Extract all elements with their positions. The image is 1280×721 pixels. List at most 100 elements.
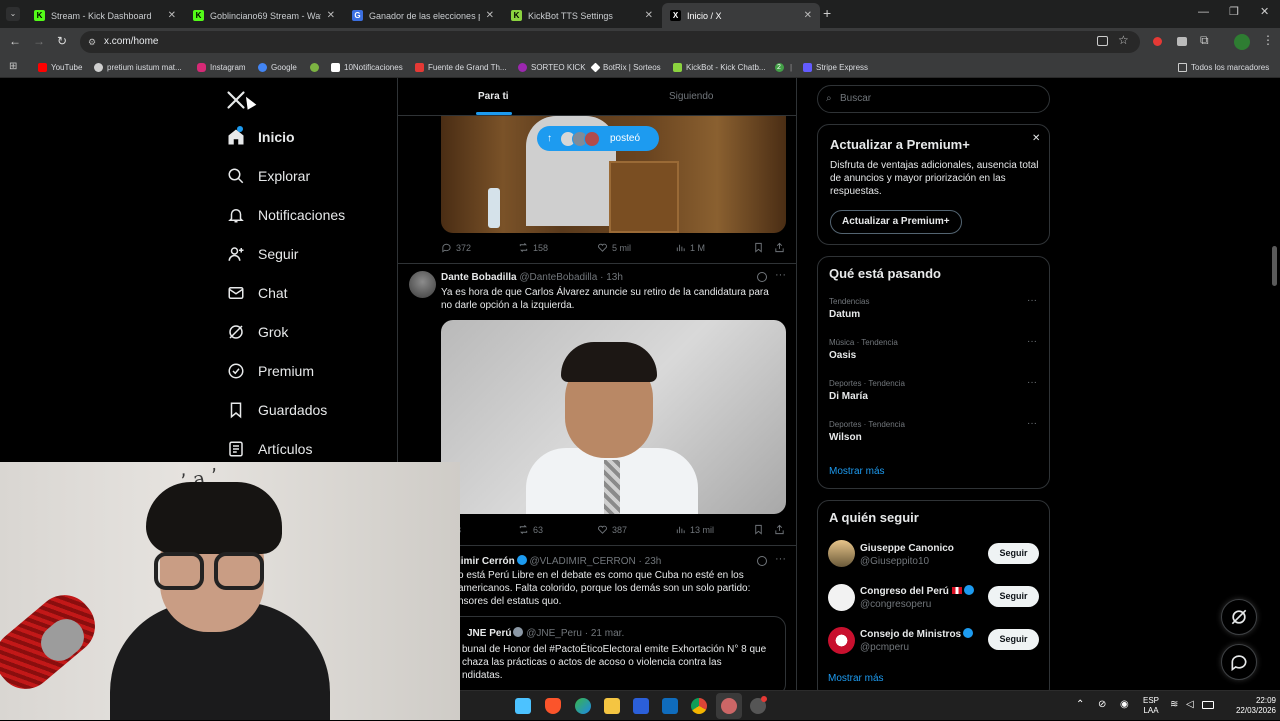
close-tab-icon[interactable]: ✕ xyxy=(645,10,653,21)
nav-inicio[interactable]: Inicio xyxy=(227,126,295,146)
bookmark-youtube[interactable]: YouTube xyxy=(38,56,82,78)
bookmark-pretium[interactable]: pretium iustum mat... xyxy=(94,56,182,78)
close-tab-icon[interactable]: ✕ xyxy=(486,10,494,21)
close-tab-icon[interactable]: ✕ xyxy=(168,10,176,21)
all-bookmarks-folder[interactable]: Todos los marcadores xyxy=(1178,56,1269,78)
close-tab-icon[interactable]: ✕ xyxy=(327,10,335,21)
more-options-icon[interactable]: ··· xyxy=(1027,295,1037,306)
views-button[interactable]: 1 M xyxy=(675,242,705,253)
restore-button[interactable]: ❐ xyxy=(1229,5,1239,18)
bookmark-botrix[interactable]: BotRix | Sorteos xyxy=(590,56,661,78)
chrome-icon[interactable] xyxy=(691,698,707,714)
upgrade-premium-button[interactable]: Actualizar a Premium+ xyxy=(830,210,962,234)
tweet-media-image[interactable] xyxy=(441,320,786,514)
trend-item[interactable]: Deportes · Tendencia Wilson ··· xyxy=(829,418,1039,443)
bookmark-10notificaciones[interactable]: 10Notificaciones xyxy=(331,56,403,78)
nav-premium[interactable]: Premium xyxy=(227,362,314,380)
forward-icon[interactable]: → xyxy=(33,34,45,48)
messages-floating-button[interactable] xyxy=(1221,644,1257,680)
tab-search-button[interactable]: ⌄ xyxy=(6,7,20,21)
tab-ganador-elecciones[interactable]: G Ganador de las elecciones pres ✕ xyxy=(344,3,502,28)
install-app-icon[interactable] xyxy=(1097,36,1108,46)
more-options-icon[interactable]: ··· xyxy=(775,269,786,281)
extension-icon[interactable] xyxy=(1177,37,1187,46)
more-options-icon[interactable]: ··· xyxy=(775,553,786,565)
wifi-icon[interactable]: ≋ xyxy=(1170,699,1178,710)
tab-para-ti[interactable]: Para ti xyxy=(478,91,509,102)
store-icon[interactable] xyxy=(633,698,649,714)
tab-kickbot-tts[interactable]: K KickBot TTS Settings ✕ xyxy=(503,3,661,28)
follow-button[interactable]: Seguir xyxy=(988,586,1039,607)
quoted-tweet[interactable]: JNE Perú @JNE_Peru · 21 mar. bunal de Ho… xyxy=(441,616,786,690)
avatar[interactable] xyxy=(409,271,436,298)
avatar[interactable] xyxy=(828,584,855,611)
trends-show-more-link[interactable]: Mostrar más xyxy=(829,466,885,477)
tray-overflow-icon[interactable]: ⌃ xyxy=(1076,699,1084,710)
language-indicator[interactable]: ESP LAA xyxy=(1140,691,1162,721)
clock[interactable]: 22:09 22/03/2026 xyxy=(1220,691,1276,721)
new-tab-button[interactable]: + xyxy=(823,5,831,21)
share-button[interactable] xyxy=(774,524,789,535)
suggested-user[interactable]: Congreso del Perú @congresoperu xyxy=(860,585,974,611)
search-input[interactable]: ⌕ Buscar xyxy=(817,85,1050,113)
page-scrollbar[interactable] xyxy=(1272,246,1277,286)
grok-icon[interactable] xyxy=(757,272,767,282)
close-window-button[interactable]: ✕ xyxy=(1260,5,1269,18)
share-button[interactable] xyxy=(774,242,789,253)
tab-siguiendo[interactable]: Siguiendo xyxy=(669,91,713,102)
bookmark-instagram[interactable]: Instagram xyxy=(197,56,246,78)
author-handle[interactable]: @VLADIMIR_CERRON xyxy=(529,556,635,567)
reload-icon[interactable]: ↻ xyxy=(57,34,67,48)
bookmark-sorteo-kick[interactable]: SORTEO KICK xyxy=(518,56,586,78)
tab-goblinciano-stream[interactable]: K Goblinciano69 Stream - Watch ✕ xyxy=(185,3,343,28)
star-icon[interactable]: ☆ xyxy=(1118,33,1129,47)
author-name[interactable]: limir Cerrón xyxy=(458,556,515,567)
volume-icon[interactable]: ◁ xyxy=(1186,699,1194,710)
apps-grid-icon[interactable]: ⊞ xyxy=(9,61,17,72)
suggested-user[interactable]: Giuseppe Canonico @Giuseppito10 xyxy=(860,542,954,568)
close-tab-icon[interactable]: ✕ xyxy=(804,10,812,21)
mail-app-icon[interactable] xyxy=(662,698,678,714)
puzzle-icon[interactable]: ⧉ xyxy=(1200,33,1209,48)
menu-icon[interactable]: ⋮ xyxy=(1262,33,1274,47)
bookmark-grand-theft[interactable]: Fuente de Grand Th... xyxy=(415,56,507,78)
author-handle[interactable]: @JNE_Peru xyxy=(526,628,582,639)
more-options-icon[interactable]: ··· xyxy=(1027,418,1037,429)
author-handle[interactable]: @DanteBobadilla xyxy=(519,272,597,283)
obs-app-button[interactable] xyxy=(716,693,742,719)
edge-icon[interactable] xyxy=(575,698,591,714)
repost-button[interactable]: 158 xyxy=(518,242,548,253)
nav-explorar[interactable]: Explorar xyxy=(227,167,310,185)
like-button[interactable]: 5 mil xyxy=(597,242,631,253)
suggested-user[interactable]: Consejo de Ministros @pcmperu xyxy=(860,628,974,654)
nav-guardados[interactable]: Guardados xyxy=(227,401,327,419)
posted-pill[interactable]: ↑ posteó xyxy=(537,126,659,151)
follow-show-more-link[interactable]: Mostrar más xyxy=(828,673,884,684)
trend-item[interactable]: Música · Tendencia Oasis ··· xyxy=(829,336,1039,361)
avatar[interactable] xyxy=(828,627,855,654)
tweet-time[interactable]: · 23h xyxy=(639,556,662,567)
repost-button[interactable]: 63 xyxy=(518,524,543,535)
close-icon[interactable]: ✕ xyxy=(1032,133,1040,144)
like-button[interactable]: 387 xyxy=(597,524,627,535)
tweet-time[interactable]: · 13h xyxy=(600,272,623,283)
bookmark-unnamed[interactable] xyxy=(310,56,323,78)
reply-button[interactable]: 372 xyxy=(441,242,471,253)
tab-kick-dashboard[interactable]: K Stream - Kick Dashboard ✕ xyxy=(26,3,184,28)
grok-icon[interactable] xyxy=(757,556,767,566)
trend-item[interactable]: Deportes · Tendencia Di María ··· xyxy=(829,377,1039,402)
microphone-tray-icon[interactable]: ◉ xyxy=(1120,699,1129,710)
address-bar[interactable]: ⚙ x.com/home xyxy=(80,31,1140,53)
nav-seguir[interactable]: Seguir xyxy=(227,245,298,263)
follow-button[interactable]: Seguir xyxy=(988,543,1039,564)
profile-avatar[interactable] xyxy=(1234,34,1250,50)
avatar[interactable] xyxy=(828,540,855,567)
file-explorer-icon[interactable] xyxy=(604,698,620,714)
grok-floating-button[interactable] xyxy=(1221,599,1257,635)
bookmark-stripe[interactable]: Stripe Express xyxy=(803,56,868,78)
tweet-time[interactable]: · 21 mar. xyxy=(585,628,624,639)
minimize-button[interactable]: — xyxy=(1198,6,1209,18)
site-info-icon[interactable]: ⚙ xyxy=(88,31,96,53)
extension-red-icon[interactable] xyxy=(1153,37,1162,46)
nav-chat[interactable]: Chat xyxy=(227,284,288,302)
